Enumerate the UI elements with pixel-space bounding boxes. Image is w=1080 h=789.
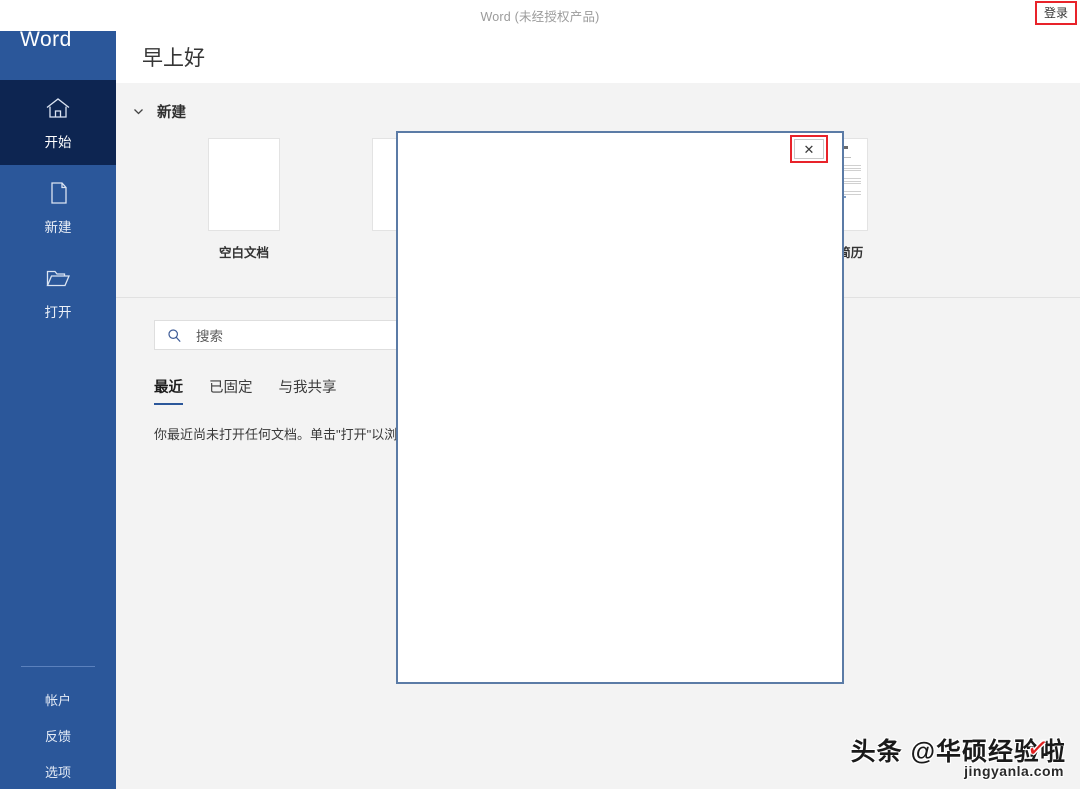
greeting-bar: 早上好 bbox=[116, 31, 1080, 83]
template-card-blank[interactable]: 空白文档 bbox=[208, 138, 280, 261]
sidebar-item-new[interactable]: 新建 bbox=[0, 165, 116, 250]
brand-label: Word bbox=[20, 28, 72, 51]
search-icon bbox=[167, 328, 182, 343]
watermark: 头条 @华硕经验啦 ✓ jingyanla.com bbox=[851, 732, 1066, 779]
new-document-icon bbox=[44, 179, 72, 207]
home-icon bbox=[44, 94, 72, 122]
tab-recent[interactable]: 最近 bbox=[154, 376, 183, 405]
overlay-dialog: ✕ bbox=[396, 131, 844, 684]
open-folder-icon bbox=[44, 264, 72, 292]
tab-shared-with-me-label: 与我共享 bbox=[278, 380, 337, 396]
template-thumbnail[interactable] bbox=[208, 138, 280, 231]
new-section-title: 新建 bbox=[157, 105, 186, 121]
sidebar-item-account[interactable]: 帐户 bbox=[0, 681, 116, 717]
sidebar: Word 开始 新建 打开 帐户 反馈 选项 bbox=[0, 0, 116, 789]
tab-shared-with-me[interactable]: 与我共享 bbox=[279, 376, 337, 405]
sidebar-item-open[interactable]: 打开 bbox=[0, 250, 116, 335]
template-label: 空白文档 bbox=[218, 246, 269, 260]
tab-pinned-label: 已固定 bbox=[209, 380, 253, 396]
sidebar-item-home-label: 开始 bbox=[44, 135, 72, 150]
tab-pinned[interactable]: 已固定 bbox=[209, 376, 253, 405]
sidebar-item-feedback[interactable]: 反馈 bbox=[0, 717, 116, 753]
sidebar-divider bbox=[21, 666, 95, 667]
sidebar-item-options[interactable]: 选项 bbox=[0, 753, 116, 789]
sidebar-bottom-group: 帐户 反馈 选项 bbox=[0, 666, 116, 789]
tab-recent-label: 最近 bbox=[154, 380, 183, 396]
sidebar-item-options-label: 选项 bbox=[44, 764, 71, 780]
word-start-screen: Word 开始 新建 打开 帐户 反馈 选项 早上好 新建 空白文档 搜索 最近… bbox=[0, 0, 1080, 789]
check-icon: ✓ bbox=[1025, 731, 1052, 765]
signin-button[interactable]: 登录 bbox=[1037, 4, 1074, 22]
watermark-main-text: 头条 @华硕经验啦 ✓ bbox=[851, 732, 1066, 767]
title-bar: Word (未经授权产品) 登录 bbox=[0, 0, 1080, 31]
signin-annotation-box: 登录 bbox=[1034, 1, 1077, 25]
sidebar-item-home[interactable]: 开始 bbox=[0, 80, 116, 165]
new-section-header[interactable]: 新建 bbox=[116, 101, 1080, 122]
search-placeholder: 搜索 bbox=[196, 329, 223, 344]
chevron-down-icon[interactable] bbox=[132, 105, 145, 118]
window-title: Word (未经授权产品) bbox=[480, 10, 600, 24]
sidebar-item-new-label: 新建 bbox=[44, 220, 72, 235]
sidebar-item-open-label: 打开 bbox=[44, 305, 72, 320]
sidebar-item-account-label: 帐户 bbox=[44, 692, 71, 708]
page-title: 早上好 bbox=[142, 47, 205, 70]
close-icon[interactable]: ✕ bbox=[794, 139, 824, 159]
close-annotation-box: ✕ bbox=[790, 135, 828, 163]
sidebar-item-feedback-label: 反馈 bbox=[44, 728, 71, 744]
